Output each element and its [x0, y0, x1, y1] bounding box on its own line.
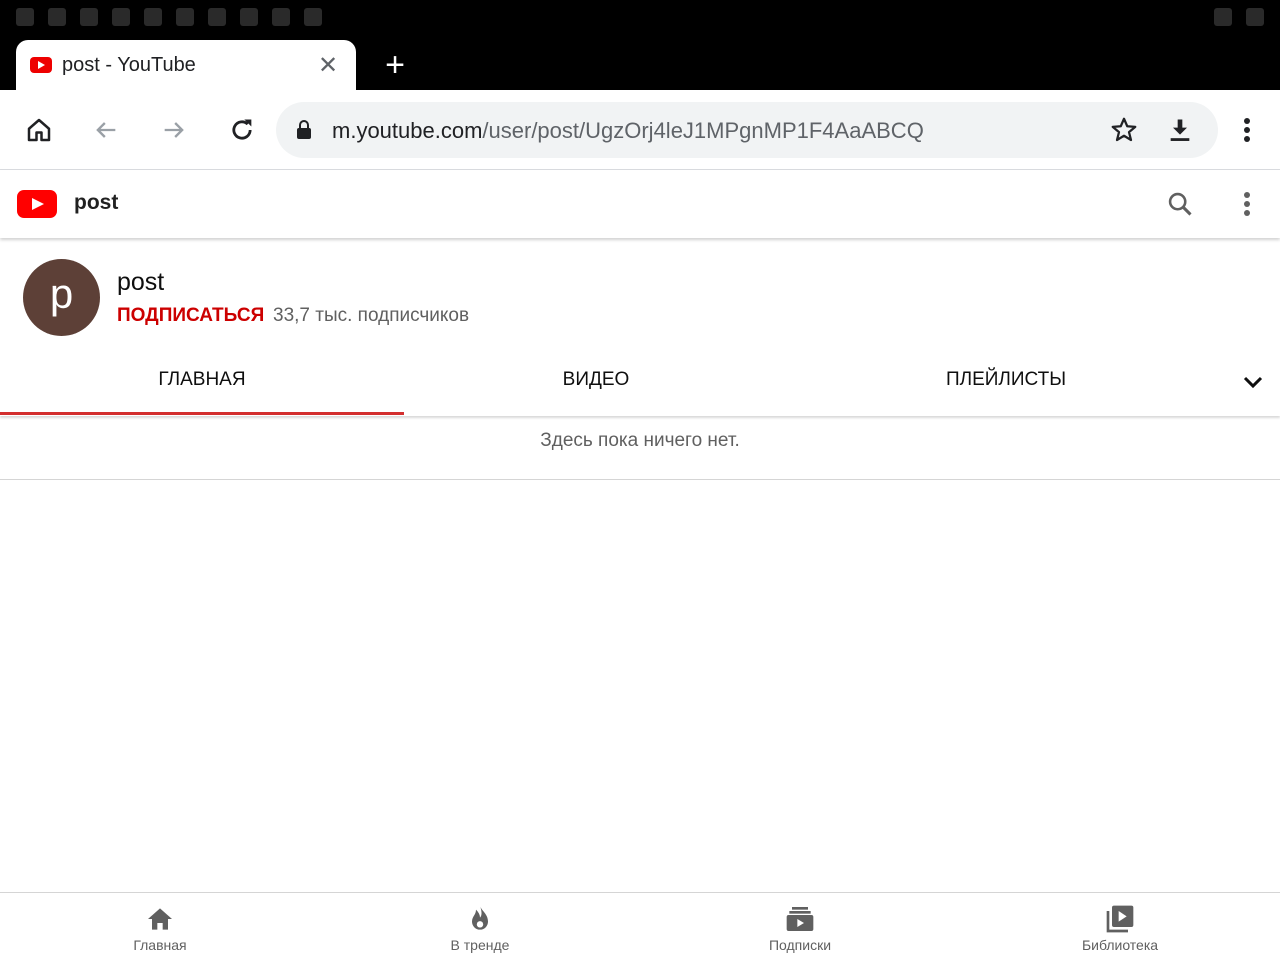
wifi-icon: [1214, 8, 1232, 26]
nav-subscriptions[interactable]: Подписки: [640, 893, 960, 960]
search-icon: [1168, 192, 1192, 216]
download-icon: [1170, 119, 1190, 141]
status-bar: [0, 0, 1280, 34]
browser-tab[interactable]: post - YouTube ✕: [16, 40, 356, 90]
youtube-logo-icon[interactable]: [17, 190, 57, 218]
bottom-navigation: Главная В тренде Подписки Библиотека: [0, 892, 1280, 960]
back-icon: [96, 122, 116, 138]
notification-icon: [240, 8, 258, 26]
forward-icon: [164, 122, 184, 138]
home-button[interactable]: [21, 112, 57, 148]
url-path: /user/post/UgzOrj4leJ1MPgnMP1F4AaABCQ: [482, 118, 924, 143]
star-icon: [1111, 117, 1137, 142]
empty-state-message: Здесь пока ничего нет.: [540, 430, 740, 451]
browser-menu-button[interactable]: [1229, 112, 1265, 148]
trending-fire-icon: [472, 905, 488, 930]
more-vert-icon: [1244, 192, 1250, 216]
notification-icon: [304, 8, 322, 26]
tab-videos[interactable]: ВИДЕО: [404, 346, 788, 414]
tab-home[interactable]: ГЛАВНАЯ: [0, 346, 404, 415]
subscriptions-icon: [786, 907, 814, 931]
reload-icon: [232, 119, 252, 140]
browser-toolbar: m.youtube.com/user/post/UgzOrj4leJ1MPgnM…: [0, 90, 1280, 170]
status-right: [1214, 8, 1264, 26]
browser-top-bar: post - YouTube ✕ +: [0, 0, 1280, 90]
search-button[interactable]: [1162, 186, 1198, 222]
notification-icon: [272, 8, 290, 26]
notification-icon: [208, 8, 226, 26]
tab-title: post - YouTube: [62, 53, 196, 76]
back-button[interactable]: [88, 112, 124, 148]
close-tab-icon[interactable]: ✕: [314, 51, 342, 80]
reload-button[interactable]: [224, 112, 260, 148]
nav-home[interactable]: Главная: [0, 893, 320, 960]
subscribe-button[interactable]: ПОДПИСАТЬСЯ: [117, 305, 264, 327]
notification-icon: [16, 8, 34, 26]
nav-trending[interactable]: В тренде: [320, 893, 640, 960]
lock-icon: [297, 120, 311, 139]
address-bar[interactable]: m.youtube.com/user/post/UgzOrj4leJ1MPgnM…: [276, 102, 1218, 158]
content-divider: [0, 479, 1280, 480]
header-title: post: [74, 191, 119, 214]
channel-tabs: ГЛАВНАЯ ВИДЕО ПЛЕЙЛИСТЫ: [0, 346, 1280, 416]
nav-library[interactable]: Библиотека: [960, 893, 1280, 960]
forward-button[interactable]: [156, 112, 192, 148]
bookmark-button[interactable]: [1106, 112, 1142, 148]
notification-icon: [48, 8, 66, 26]
channel-avatar[interactable]: p: [23, 259, 100, 336]
notification-icon: [176, 8, 194, 26]
nav-subscriptions-label: Подписки: [768, 937, 832, 953]
url-text: m.youtube.com/user/post/UgzOrj4leJ1MPgnM…: [332, 118, 924, 144]
nav-trending-label: В тренде: [450, 937, 510, 953]
url-host: m.youtube.com: [332, 118, 483, 143]
library-icon: [1106, 905, 1134, 933]
youtube-favicon-icon: [30, 57, 52, 73]
nav-home-label: Главная: [133, 937, 187, 953]
download-button[interactable]: [1162, 112, 1198, 148]
nav-library-label: Библиотека: [1081, 937, 1159, 953]
notification-icon: [112, 8, 130, 26]
subscriber-count: 33,7 тыс. подписчиков: [273, 305, 470, 326]
channel-name: post: [117, 268, 165, 296]
new-tab-button[interactable]: +: [380, 48, 410, 82]
home-icon: [27, 118, 51, 142]
home-icon: [148, 908, 172, 930]
notification-icon: [144, 8, 162, 26]
more-vert-icon: [1244, 118, 1250, 142]
chevron-down-icon[interactable]: [1238, 370, 1268, 394]
battery-icon: [1246, 8, 1264, 26]
youtube-header: post: [0, 170, 1280, 238]
youtube-menu-button[interactable]: [1229, 186, 1265, 222]
notification-icon: [80, 8, 98, 26]
tab-playlists[interactable]: ПЛЕЙЛИСТЫ: [788, 346, 1224, 414]
